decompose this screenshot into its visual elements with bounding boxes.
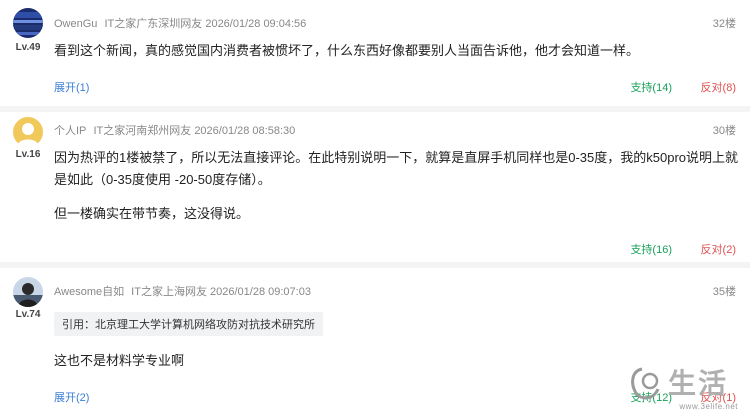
- username[interactable]: Awesome自如: [54, 286, 124, 298]
- user-location: IT之家上海网友: [131, 286, 207, 298]
- watermark-url: www.3elife.net: [679, 402, 738, 411]
- comment-time: 2026/01/28 09:07:03: [210, 286, 311, 298]
- user-level: Lv.49: [15, 42, 41, 53]
- comment-meta: 个人IP IT之家河南郑州网友 2026/01/28 08:58:30: [54, 122, 295, 138]
- comment-paragraph: 但一楼确实在带节奏，这没得说。: [54, 206, 250, 221]
- watermark-logo-text: 生活: [668, 368, 729, 399]
- support-button[interactable]: 支持(14): [630, 79, 672, 95]
- username[interactable]: OwenGu: [54, 18, 97, 30]
- username[interactable]: 个人IP: [54, 125, 86, 137]
- expand-replies-link[interactable]: 展开(2): [54, 389, 89, 405]
- user-level: Lv.16: [15, 149, 41, 160]
- comment-paragraph: 因为热评的1楼被禁了，所以无法直接评论。在此特别说明一下，就算是直屏手机同样也是…: [54, 150, 738, 187]
- avatar[interactable]: [13, 8, 43, 38]
- comment-item: Lv.49 OwenGu IT之家广东深圳网友 2026/01/28 09:04…: [0, 0, 750, 106]
- comment-time: 2026/01/28 08:58:30: [194, 125, 296, 137]
- oppose-button[interactable]: 反对(2): [701, 241, 736, 257]
- avatar[interactable]: [13, 277, 43, 307]
- floor-number: 35楼: [712, 286, 736, 298]
- quoted-reply[interactable]: 引用：北京理工大学计算机网络攻防对抗技术研究所: [54, 312, 323, 336]
- comment-meta: OwenGu IT之家广东深圳网友 2026/01/28 09:04:56: [54, 15, 306, 31]
- comment-body: 因为热评的1楼被禁了，所以无法直接评论。在此特别说明一下，就算是直屏手机同样也是…: [54, 147, 738, 225]
- avatar[interactable]: [13, 117, 43, 147]
- support-button[interactable]: 支持(16): [630, 241, 672, 257]
- comment-paragraph: 看到这个新闻，真的感觉国内消费者被惯坏了，什么东西好像都要别人当面告诉他，他才会…: [54, 43, 640, 58]
- floor-number: 32楼: [712, 18, 736, 30]
- oppose-button[interactable]: 反对(8): [701, 79, 736, 95]
- user-level: Lv.74: [15, 309, 41, 320]
- comment-item: Lv.16 个人IP IT之家河南郑州网友 2026/01/28 08:58:3…: [0, 112, 750, 262]
- floor-number: 30楼: [712, 125, 736, 137]
- comment-body: 看到这个新闻，真的感觉国内消费者被惯坏了，什么东西好像都要别人当面告诉他，他才会…: [54, 40, 738, 62]
- site-watermark: 生活 www.3elife.net: [628, 365, 746, 415]
- comment-time: 2026/01/28 09:04:56: [205, 18, 307, 30]
- user-location: IT之家河南郑州网友: [93, 125, 192, 137]
- user-location: IT之家广东深圳网友: [104, 18, 203, 30]
- comment-meta: Awesome自如 IT之家上海网友 2026/01/28 09:07:03: [54, 283, 311, 299]
- expand-replies-link[interactable]: 展开(1): [54, 79, 89, 95]
